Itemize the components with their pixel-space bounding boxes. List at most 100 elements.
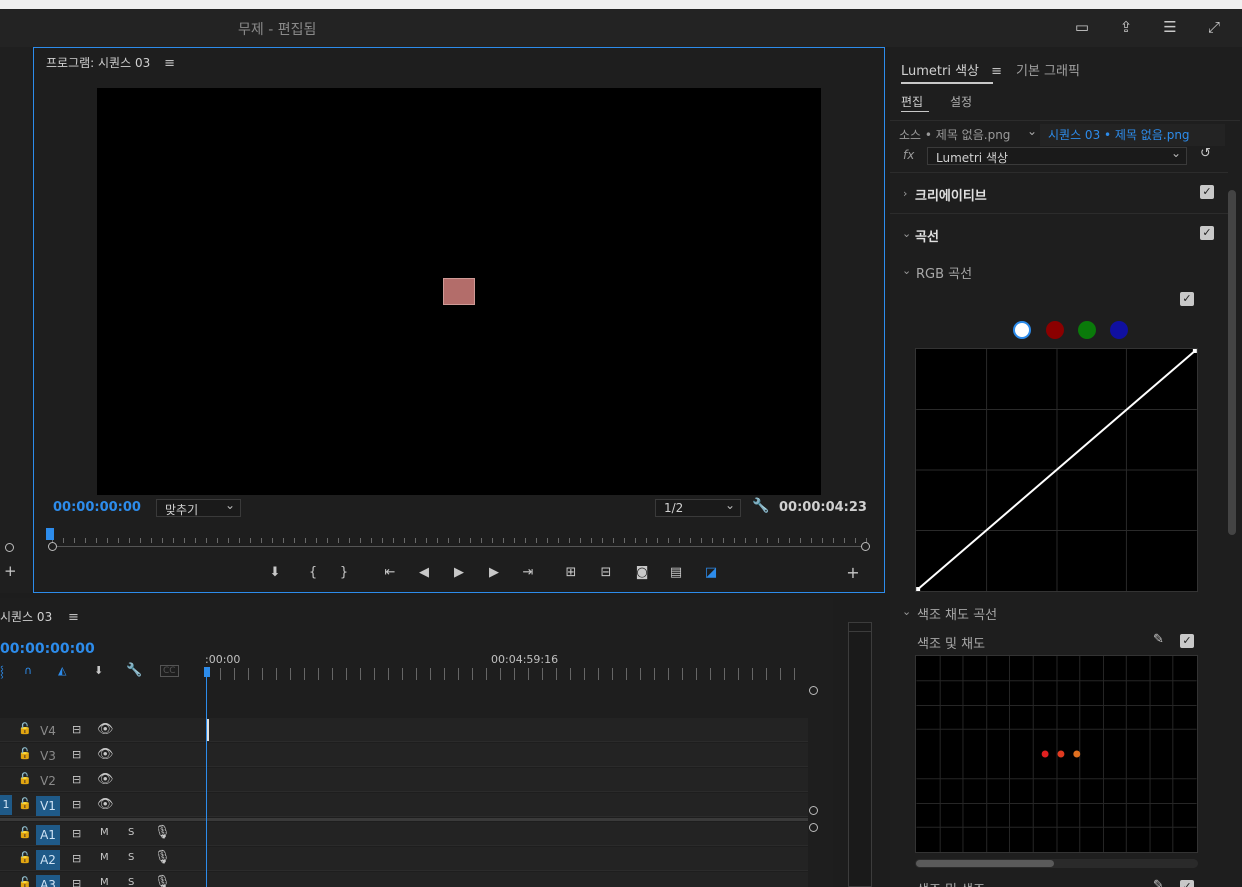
lumetri-scrollbar[interactable] bbox=[1228, 190, 1236, 535]
button-editor-icon[interactable]: + bbox=[844, 563, 862, 582]
channel-blue-button[interactable] bbox=[1110, 321, 1128, 339]
section-creative[interactable]: 크리에이티브 bbox=[915, 185, 987, 204]
lock-icon[interactable]: 🔓 bbox=[18, 826, 32, 839]
lock-icon[interactable]: 🔓 bbox=[18, 851, 32, 864]
step-back-icon[interactable]: ◀ bbox=[415, 563, 433, 581]
eyedropper-icon[interactable]: ✎ bbox=[1153, 632, 1164, 647]
microphone-icon[interactable]: 🎙 bbox=[154, 875, 171, 887]
rgb-curve-label[interactable]: RGB 곡선 bbox=[916, 263, 972, 282]
hue-vs-sat-graph[interactable] bbox=[915, 655, 1198, 853]
playhead-timecode[interactable]: 00:00:00:00 bbox=[53, 500, 141, 515]
wrench-icon[interactable]: 🔧 bbox=[752, 498, 769, 514]
effect-select[interactable]: Lumetri 색상 bbox=[927, 146, 1187, 165]
lock-icon[interactable]: 🔓 bbox=[18, 722, 32, 735]
extract-icon[interactable]: ⊟ bbox=[597, 563, 615, 581]
hue-sat-chevron-icon[interactable]: ⌄ bbox=[902, 605, 911, 618]
mute-button[interactable]: M bbox=[100, 877, 109, 887]
channel-white-button[interactable] bbox=[1013, 321, 1031, 339]
go-to-out-icon[interactable]: ⇥ bbox=[519, 563, 537, 581]
monitor-time-ruler[interactable] bbox=[52, 531, 867, 543]
lock-icon[interactable]: 🔓 bbox=[18, 797, 32, 810]
panel-layout-icon[interactable]: ▭ bbox=[1072, 17, 1092, 37]
rgb-curve-enable-checkbox[interactable]: ✓ bbox=[1180, 292, 1194, 306]
sync-lock-icon[interactable]: ⊟ bbox=[72, 773, 81, 786]
channel-red-button[interactable] bbox=[1046, 321, 1064, 339]
curves-chevron-icon[interactable]: ⌄ bbox=[902, 227, 911, 240]
snap-icon[interactable]: ∩ bbox=[24, 664, 32, 677]
reset-effect-icon[interactable]: ↺ bbox=[1200, 146, 1211, 161]
track-label-v4[interactable]: V4 bbox=[36, 721, 60, 741]
track-row-a1[interactable] bbox=[0, 822, 808, 846]
track-row-a2[interactable] bbox=[0, 847, 808, 871]
tab-essential-graphics[interactable]: 기본 그래픽 bbox=[1016, 60, 1080, 79]
timeline-ruler[interactable] bbox=[206, 668, 806, 680]
step-forward-icon[interactable]: ▶ bbox=[485, 563, 503, 581]
av-divider[interactable] bbox=[0, 818, 808, 821]
mark-in-icon[interactable]: { bbox=[304, 563, 322, 581]
mute-button[interactable]: M bbox=[100, 827, 109, 838]
track-label-v3[interactable]: V3 bbox=[36, 746, 60, 766]
timeline-timecode[interactable]: 00:00:00:00 bbox=[0, 641, 95, 657]
track-label-v2[interactable]: V2 bbox=[36, 771, 60, 791]
track-label-a3[interactable]: A3 bbox=[36, 875, 60, 887]
solo-button[interactable]: S bbox=[128, 852, 134, 863]
curves-enable-checkbox[interactable]: ✓ bbox=[1200, 226, 1214, 240]
resolution-dropdown[interactable]: 1/2 bbox=[655, 498, 741, 517]
sync-lock-icon[interactable]: ⊟ bbox=[72, 827, 81, 840]
zoom-bar[interactable] bbox=[52, 546, 866, 547]
add-marker-icon[interactable]: ⬇ bbox=[266, 563, 284, 581]
track-row-a3[interactable] bbox=[0, 872, 808, 887]
linked-selection-icon[interactable]: ◭ bbox=[58, 664, 66, 677]
sync-lock-icon[interactable]: ⊟ bbox=[72, 723, 81, 736]
share-icon[interactable]: ⇪ bbox=[1116, 17, 1136, 37]
panel-menu-icon[interactable]: ≡ bbox=[164, 56, 175, 71]
play-icon[interactable]: ▶ bbox=[450, 563, 468, 581]
sync-lock-icon[interactable]: ⊟ bbox=[72, 798, 81, 811]
subtab-settings[interactable]: 설정 bbox=[950, 93, 972, 110]
lock-icon[interactable]: 🔓 bbox=[18, 772, 32, 785]
creative-chevron-icon[interactable]: › bbox=[903, 187, 907, 200]
left-add-icon[interactable]: + bbox=[4, 562, 17, 580]
source-patch-v1[interactable]: 1 bbox=[0, 795, 12, 815]
hue-sat-curves-label[interactable]: 색조 채도 곡선 bbox=[917, 604, 997, 623]
solo-button[interactable]: S bbox=[128, 827, 134, 838]
captions-icon[interactable]: CC bbox=[160, 665, 179, 677]
lumetri-menu-icon[interactable]: ≡ bbox=[991, 64, 1002, 79]
timeline-scroll-top-icon[interactable] bbox=[809, 686, 818, 695]
fullscreen-icon[interactable]: ⤢ bbox=[1204, 17, 1224, 37]
source-clip-chevron-icon[interactable]: ⌄ bbox=[1027, 124, 1037, 138]
track-row-v2[interactable] bbox=[0, 768, 808, 792]
eye-icon[interactable]: 👁 bbox=[97, 772, 114, 787]
rgb-curve-chevron-icon[interactable]: ⌄ bbox=[902, 264, 911, 277]
tab-lumetri-color[interactable]: Lumetri 색상 ≡ bbox=[901, 60, 1002, 79]
sequence-clip-label[interactable]: 시퀀스 03 • 제목 없음.png bbox=[1048, 126, 1190, 143]
rgb-curve-graph[interactable] bbox=[915, 348, 1198, 592]
eye-icon[interactable]: 👁 bbox=[97, 797, 114, 812]
source-clip-label[interactable]: 소스 • 제목 없음.png bbox=[899, 126, 1010, 143]
section-curves[interactable]: 곡선 bbox=[915, 226, 939, 245]
subtab-edit[interactable]: 편집 bbox=[901, 93, 923, 110]
left-scroll-handle-icon[interactable] bbox=[5, 543, 14, 552]
hue-zoom-thumb[interactable] bbox=[916, 860, 1054, 867]
zoom-handle-right-icon[interactable] bbox=[861, 542, 870, 551]
solo-button[interactable]: S bbox=[128, 877, 134, 887]
fit-dropdown[interactable]: 맞추기 bbox=[156, 498, 241, 517]
microphone-icon[interactable]: 🎙 bbox=[154, 850, 171, 865]
sync-lock-icon[interactable]: ⊟ bbox=[72, 748, 81, 761]
comparison-view-icon[interactable]: ▤ bbox=[667, 563, 685, 581]
eyedropper-icon-2[interactable]: ✎ bbox=[1153, 878, 1164, 887]
proxy-toggle-icon[interactable]: ◪ bbox=[702, 563, 720, 581]
go-to-in-icon[interactable]: ⇤ bbox=[381, 563, 399, 581]
creative-enable-checkbox[interactable]: ✓ bbox=[1200, 185, 1214, 199]
mute-button[interactable]: M bbox=[100, 852, 109, 863]
audio-scroll-top-icon[interactable] bbox=[809, 823, 818, 832]
mark-out-icon[interactable]: } bbox=[335, 563, 353, 581]
eye-icon[interactable]: 👁 bbox=[97, 747, 114, 762]
microphone-icon[interactable]: 🎙 bbox=[154, 825, 171, 840]
hue-vs-sat-enable-checkbox[interactable]: ✓ bbox=[1180, 634, 1194, 648]
timeline-settings-icon[interactable]: 🔧 bbox=[126, 663, 142, 678]
workspaces-icon[interactable]: ☰ bbox=[1160, 17, 1180, 37]
timeline-playhead-handle[interactable] bbox=[204, 667, 210, 677]
timeline-marker-icon[interactable]: ⬇ bbox=[94, 664, 103, 677]
export-frame-icon[interactable]: ◙ bbox=[633, 563, 651, 581]
